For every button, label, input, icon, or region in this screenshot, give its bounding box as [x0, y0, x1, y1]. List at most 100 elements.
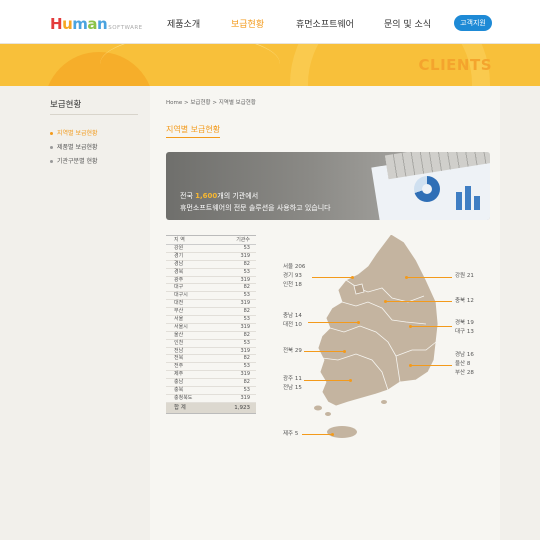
hero-count: 1,600: [195, 192, 218, 200]
table-row: 대전 319: [166, 300, 256, 309]
marker-dot: [343, 350, 346, 353]
map-label-jeonbuk: 전북 29: [283, 348, 302, 354]
column-header: 지 역: [174, 237, 185, 243]
nav-products[interactable]: 제품소개: [167, 17, 200, 30]
region-name: 대구시: [174, 292, 188, 299]
island-shape: [325, 412, 331, 416]
map-label-gangwon: 강원 21: [455, 273, 474, 279]
region-name: 전남: [174, 347, 184, 354]
map-label-gwangju: 광주 11: [283, 376, 302, 382]
support-button[interactable]: 고객지원: [454, 15, 492, 31]
institution-count: 82: [243, 331, 250, 338]
table-header: 지 역 기관수: [166, 235, 256, 245]
page-banner: CLIENTS: [0, 44, 540, 86]
bar-graphic: [474, 196, 480, 210]
breadcrumb-separator: >: [212, 100, 217, 106]
island-shape: [381, 400, 387, 404]
leader-line: [304, 380, 350, 381]
map-label-daegu: 대구 13: [455, 329, 474, 335]
region-name: 울산: [174, 331, 184, 338]
institution-count: 82: [243, 355, 250, 362]
pie-chart-graphic: [414, 176, 440, 202]
hero-text: 개의 기관에서: [217, 192, 259, 200]
region-name: 충남: [174, 379, 184, 386]
institution-count: 53: [243, 292, 250, 299]
table-row: 충북 53: [166, 387, 256, 395]
sidebar-item-product[interactable]: 제품별 보급현황: [50, 142, 98, 151]
total-label: 합 계: [174, 404, 186, 411]
breadcrumb-section[interactable]: 보급현황: [190, 100, 210, 106]
hero-headline: 전국 1,600개의 기관에서: [180, 191, 258, 201]
logo-letter: a: [87, 15, 98, 33]
map-label-jeju: 제주 5: [283, 431, 299, 437]
map-label-ulsan: 울산 8: [455, 361, 471, 367]
table-row: 충남 82: [166, 379, 256, 388]
leader-line: [312, 277, 352, 278]
institution-count: 82: [243, 379, 250, 386]
hero-text: 전국: [180, 192, 196, 200]
breadcrumb-home[interactable]: Home: [166, 100, 182, 106]
sidebar-title: 보급현황: [50, 100, 82, 110]
region-name: 서울시: [174, 323, 188, 330]
table-row: 서울 53: [166, 316, 256, 324]
logo[interactable]: HumanSOFTWARE: [50, 15, 143, 33]
map-label-incheon: 인천 18: [283, 282, 302, 288]
nav-contact[interactable]: 문의 및 소식: [384, 17, 431, 30]
map-label-daejeon: 대전 10: [283, 322, 302, 328]
table-row: 경기 319: [166, 253, 256, 261]
table-total-row: 합 계 1,923: [166, 402, 256, 414]
marker-dot: [405, 276, 408, 279]
column-header: 기관수: [236, 237, 250, 243]
logo-letter: m: [72, 15, 88, 33]
table-row: 부산 82: [166, 308, 256, 317]
map-label-gyeonggi: 경기 93: [283, 273, 302, 279]
sidebar-item-label: 지역별 보급현황: [57, 130, 98, 137]
table-row: 충청북도 319: [166, 395, 256, 403]
island-shape: [314, 405, 322, 411]
region-name: 전주: [174, 363, 184, 370]
table-row: 인천 53: [166, 340, 256, 348]
breadcrumb-separator: >: [184, 100, 189, 106]
table-row: 서울시 319: [166, 324, 256, 332]
island-shape: [327, 426, 357, 438]
banner-decoration: [100, 44, 280, 86]
map-label-gyeongbuk: 경북 19: [455, 320, 474, 326]
logo-letter: u: [62, 15, 73, 33]
institution-count: 319: [240, 371, 250, 378]
sidebar-item-institution[interactable]: 기관구분별 현황: [50, 156, 98, 165]
nav-clients[interactable]: 보급현황: [231, 17, 264, 30]
marker-dot: [409, 325, 412, 328]
bullet-icon: [50, 132, 53, 135]
sidebar-item-label: 제품별 보급현황: [57, 144, 98, 151]
institution-count: 53: [243, 363, 250, 370]
leader-line: [410, 365, 452, 366]
table-row: 강원 53: [166, 245, 256, 253]
leader-line: [385, 301, 452, 302]
logo-suffix: SOFTWARE: [108, 25, 143, 31]
region-name: 인천: [174, 339, 184, 346]
institution-count: 319: [240, 276, 250, 283]
institution-count: 53: [243, 316, 250, 323]
bullet-icon: [50, 160, 53, 163]
nav-company[interactable]: 휴먼소프트웨어: [296, 17, 354, 30]
institution-count: 53: [243, 387, 250, 394]
site-header: HumanSOFTWARE 제품소개 보급현황 휴먼소프트웨어 문의 및 소식 …: [0, 0, 540, 44]
leader-line: [304, 351, 344, 352]
institution-count: 319: [240, 347, 250, 354]
region-name: 제주: [174, 371, 184, 378]
leader-line: [406, 277, 452, 278]
korea-map: [314, 233, 439, 438]
breadcrumb: Home > 보급현황 > 지역별 보급현황: [166, 98, 256, 106]
region-name: 전북: [174, 355, 184, 362]
marker-dot: [331, 433, 334, 436]
region-name: 서울: [174, 316, 184, 323]
region-name: 강원: [174, 245, 184, 251]
bar-graphic: [465, 186, 471, 210]
institution-count: 82: [243, 260, 250, 267]
institution-count: 319: [240, 394, 250, 401]
map-label-busan: 부산 28: [455, 370, 474, 376]
map-label-chungnam: 충남 14: [283, 313, 302, 319]
sidebar-item-region[interactable]: 지역별 보급현황: [50, 128, 98, 137]
map-label-jeonnam: 전남 15: [283, 385, 302, 391]
region-name: 대전: [174, 300, 184, 307]
